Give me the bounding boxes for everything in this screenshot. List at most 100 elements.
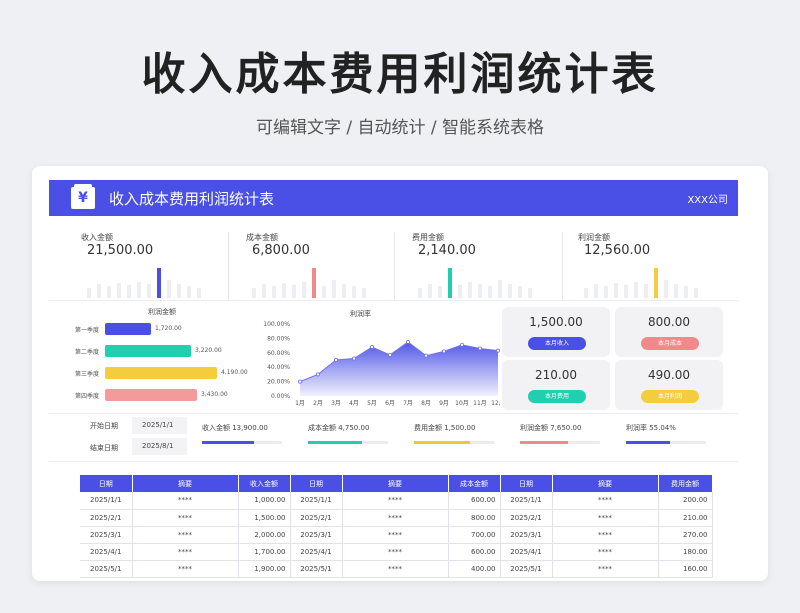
spark-bar	[694, 288, 698, 298]
table-cell[interactable]: 2025/3/1	[500, 526, 553, 544]
data-point[interactable]	[369, 345, 374, 350]
table-cell[interactable]: 600.00	[448, 543, 501, 561]
summary-label: 利润金额 7,650.00	[520, 424, 582, 432]
x-tick-label: 7月	[403, 400, 413, 406]
x-tick-label: 1月	[295, 400, 305, 406]
table-row[interactable]: 2025/5/1 **** 1,900.00 2025/5/1 **** 400.00 20…	[80, 560, 713, 578]
kpi-label: 费用金额	[412, 233, 444, 242]
table-cell[interactable]: 2,000.00	[238, 526, 291, 544]
spark-bar	[508, 284, 512, 298]
table-cell[interactable]: 2025/5/1	[500, 560, 553, 578]
table-cell[interactable]: 2025/5/1	[80, 560, 133, 578]
column-header[interactable]: 摘要	[552, 475, 659, 492]
table-cell[interactable]: ****	[132, 560, 239, 578]
table-cell[interactable]: 800.00	[448, 509, 501, 527]
table-cell[interactable]: 400.00	[448, 560, 501, 578]
table-cell[interactable]: 180.00	[658, 543, 713, 561]
table-row[interactable]: 2025/4/1 **** 1,700.00 2025/4/1 **** 600.00 20…	[80, 543, 713, 561]
table-cell[interactable]: ****	[552, 509, 659, 527]
table-cell[interactable]: 1,900.00	[238, 560, 291, 578]
column-header[interactable]: 摘要	[132, 475, 239, 492]
table-cell[interactable]: 2025/4/1	[80, 543, 133, 561]
table-cell[interactable]: ****	[342, 543, 449, 561]
table-cell[interactable]: 2025/4/1	[500, 543, 553, 561]
start-date-input[interactable]: 2025/1/1	[132, 417, 187, 434]
spark-bar	[107, 286, 111, 298]
data-point[interactable]	[352, 356, 357, 361]
table-cell[interactable]: 600.00	[448, 492, 501, 510]
tile-value: 800.00	[648, 315, 690, 329]
table-cell[interactable]: 2025/4/1	[290, 543, 343, 561]
table-cell[interactable]: 2025/5/1	[290, 560, 343, 578]
table-cell[interactable]: ****	[342, 509, 449, 527]
y-tick-label: 40.00%	[267, 364, 290, 371]
table-cell[interactable]: 2025/1/1	[500, 492, 553, 510]
column-header[interactable]: 收入金额	[238, 475, 291, 492]
spark-bar	[127, 285, 131, 298]
table-cell[interactable]: 270.00	[658, 526, 713, 544]
table-cell[interactable]: 2025/1/1	[80, 492, 133, 510]
table-cell[interactable]: 700.00	[448, 526, 501, 544]
table-cell[interactable]: 1,500.00	[238, 509, 291, 527]
column-header[interactable]: 日期	[290, 475, 343, 492]
data-point[interactable]	[405, 339, 410, 344]
table-cell[interactable]: 1,700.00	[238, 543, 291, 561]
table-cell[interactable]: ****	[552, 560, 659, 578]
summary-fill	[308, 441, 363, 444]
spark-bar	[604, 286, 608, 298]
table-cell[interactable]: ****	[132, 509, 239, 527]
data-point[interactable]	[316, 372, 321, 377]
table-cell[interactable]: 160.00	[658, 560, 713, 578]
table-cell[interactable]: 2025/2/1	[290, 509, 343, 527]
kpi-value: 6,800.00	[252, 243, 310, 258]
kpi-sparkbars	[87, 264, 207, 298]
column-header[interactable]: 费用金额	[658, 475, 713, 492]
table-cell[interactable]: 2025/3/1	[80, 526, 133, 544]
table-cell[interactable]: 2025/3/1	[290, 526, 343, 544]
data-point[interactable]	[423, 353, 428, 358]
column-header[interactable]: 日期	[80, 475, 133, 492]
data-point[interactable]	[477, 346, 482, 351]
column-header[interactable]: 日期	[500, 475, 553, 492]
data-point[interactable]	[459, 342, 464, 347]
table-cell[interactable]: ****	[552, 492, 659, 510]
summary-label: 收入金额 13,900.00	[202, 424, 268, 432]
spark-bar	[87, 288, 91, 298]
table-row[interactable]: 2025/3/1 **** 2,000.00 2025/3/1 **** 700.00 20…	[80, 526, 713, 544]
table-cell[interactable]: 1,000.00	[238, 492, 291, 510]
table-cell[interactable]: 210.00	[658, 509, 713, 527]
table-cell[interactable]: 200.00	[658, 492, 713, 510]
data-point[interactable]	[387, 352, 392, 357]
table-cell[interactable]: ****	[132, 543, 239, 561]
section-divider	[49, 300, 738, 301]
table-cell[interactable]: 2025/1/1	[290, 492, 343, 510]
spark-bar	[674, 284, 678, 298]
tile-month-income: 1,500.00 本月收入	[502, 307, 610, 357]
table-cell[interactable]: ****	[132, 526, 239, 544]
data-point[interactable]	[441, 349, 446, 354]
kpi-label: 收入金额	[81, 233, 113, 242]
table-cell[interactable]: 2025/2/1	[80, 509, 133, 527]
spark-bar	[468, 282, 472, 298]
end-date-input[interactable]: 2025/8/1	[132, 438, 187, 455]
spark-bar	[594, 284, 598, 298]
data-point[interactable]	[298, 379, 303, 384]
spark-bar	[614, 283, 618, 298]
column-header[interactable]: 成本金额	[448, 475, 501, 492]
table-header-row: 日期 摘要 收入金额 日期 摘要 成本金额 日期 摘要 费用金额	[80, 475, 713, 492]
x-tick-label: 11月	[473, 400, 487, 406]
table-cell[interactable]: ****	[552, 526, 659, 544]
table-row[interactable]: 2025/2/1 **** 1,500.00 2025/2/1 **** 800.00 20…	[80, 509, 713, 527]
table-cell[interactable]: ****	[342, 492, 449, 510]
table-cell[interactable]: ****	[342, 526, 449, 544]
table-row[interactable]: 2025/1/1 **** 1,000.00 2025/1/1 **** 600.00 20…	[80, 492, 713, 510]
table-cell[interactable]: 2025/2/1	[500, 509, 553, 527]
table-cell[interactable]: ****	[342, 560, 449, 578]
x-tick-label: 2月	[313, 400, 323, 406]
table-cell[interactable]: ****	[552, 543, 659, 561]
table-cell[interactable]: ****	[132, 492, 239, 510]
column-header[interactable]: 摘要	[342, 475, 449, 492]
data-point[interactable]	[334, 358, 339, 363]
tile-month-profit: 490.00 本月利润	[615, 360, 723, 410]
data-point[interactable]	[495, 348, 500, 353]
